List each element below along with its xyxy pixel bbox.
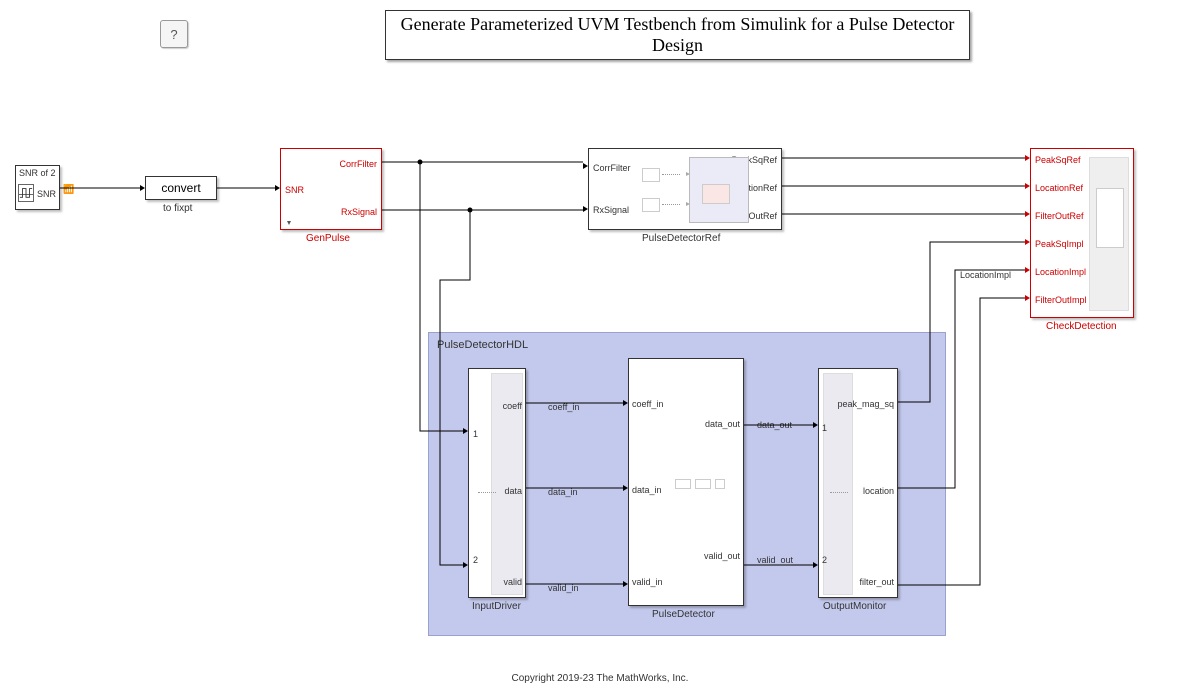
genpulse-in-snr: SNR [285, 185, 304, 195]
driver-coeff: coeff [503, 401, 522, 411]
monitor-filt: filter_out [859, 577, 894, 587]
arrow-icon [1025, 267, 1030, 273]
arrow-icon [1025, 295, 1030, 301]
refdet-subsystem-preview [689, 157, 749, 223]
arrow-icon [623, 485, 628, 491]
refdet-caption: PulseDetectorRef [642, 233, 720, 244]
driver-caption: InputDriver [472, 601, 521, 612]
genpulse-caption: GenPulse [306, 233, 350, 244]
checkdet-p5: LocationImpl [1035, 267, 1086, 277]
snr-source-title: SNR of 2 [19, 168, 56, 178]
help-button[interactable]: ? [160, 20, 188, 48]
arrow-icon [463, 562, 468, 568]
sig-data-out: data_out [757, 420, 792, 430]
link-icon [287, 221, 291, 225]
inputdriver-block[interactable]: 1 2 coeff data valid [468, 368, 526, 598]
checkdet-p6: FilterOutImpl [1035, 295, 1087, 305]
monitor-loc: location [863, 486, 894, 496]
sig-data-in: data_in [548, 487, 578, 497]
waveform-icon [18, 184, 34, 202]
arrow-icon [813, 422, 818, 428]
sig-locationimpl: LocationImpl [960, 270, 1011, 280]
genpulse-out-rxsignal: RxSignal [341, 207, 377, 217]
monitor-caption: OutputMonitor [823, 601, 886, 612]
snr-source-block[interactable]: SNR of 2 SNR [15, 165, 60, 210]
arrow-icon [1025, 155, 1030, 161]
checkdet-p1: PeakSqRef [1035, 155, 1081, 165]
sig-coeff-in: coeff_in [548, 402, 579, 412]
det-in-coeff: coeff_in [632, 399, 663, 409]
det-in-data: data_in [632, 485, 662, 495]
detector-caption: PulseDetector [652, 609, 715, 620]
det-in-valid: valid_in [632, 577, 663, 587]
driver-in2: 2 [473, 555, 478, 565]
checkdet-p4: PeakSqImpl [1035, 239, 1084, 249]
checkdet-caption: CheckDetection [1046, 321, 1117, 332]
det-out-data: data_out [705, 419, 740, 429]
sig-valid-in: valid_in [548, 583, 579, 593]
arrow-icon [623, 581, 628, 587]
refdet-in-corrfilter: CorrFilter [593, 163, 631, 173]
driver-valid: valid [503, 577, 522, 587]
convert-label: convert [161, 181, 200, 195]
checkdet-p3: FilterOutRef [1035, 211, 1084, 221]
arrow-icon [623, 400, 628, 406]
arrow-icon [1025, 239, 1030, 245]
monitor-in1: 1 [822, 423, 827, 433]
det-out-valid: valid_out [704, 551, 740, 561]
monitor-in2: 2 [822, 555, 827, 565]
checkdet-subsystem-preview [1089, 157, 1129, 311]
arrow-icon [275, 185, 280, 191]
arrow-icon [583, 163, 588, 169]
copyright-footer: Copyright 2019-23 The MathWorks, Inc. [0, 673, 1200, 684]
driver-data: data [504, 486, 522, 496]
arrow-icon [583, 206, 588, 212]
snr-port-label: SNR [37, 189, 56, 199]
arrow-icon [463, 428, 468, 434]
pulsedetectorref-block[interactable]: CorrFilter RxSignal PeakSqRef LocationRe… [588, 148, 782, 230]
hdl-region-label: PulseDetectorHDL [437, 339, 528, 351]
checkdet-p2: LocationRef [1035, 183, 1083, 193]
arrow-icon [813, 562, 818, 568]
checkdetection-block[interactable]: PeakSqRef LocationRef FilterOutRef PeakS… [1030, 148, 1134, 318]
driver-in1: 1 [473, 429, 478, 439]
arrow-icon [1025, 211, 1030, 217]
monitor-peak: peak_mag_sq [837, 399, 894, 409]
genpulse-out-corrfilter: CorrFilter [340, 159, 378, 169]
convert-caption: to fixpt [163, 203, 192, 214]
arrow-icon [1025, 183, 1030, 189]
convert-block[interactable]: convert [145, 176, 217, 200]
genpulse-block[interactable]: SNR CorrFilter RxSignal [280, 148, 382, 230]
diagram-title: Generate Parameterized UVM Testbench fro… [385, 10, 970, 60]
arrow-icon [140, 185, 145, 191]
outputmonitor-block[interactable]: 1 2 peak_mag_sq location filter_out [818, 368, 898, 598]
refdet-in-rxsignal: RxSignal [593, 205, 629, 215]
pulsedetector-block[interactable]: coeff_in data_in valid_in data_out valid… [628, 358, 744, 606]
sig-valid-out: valid_out [757, 555, 793, 565]
signal-icon: 📶 [63, 184, 74, 195]
